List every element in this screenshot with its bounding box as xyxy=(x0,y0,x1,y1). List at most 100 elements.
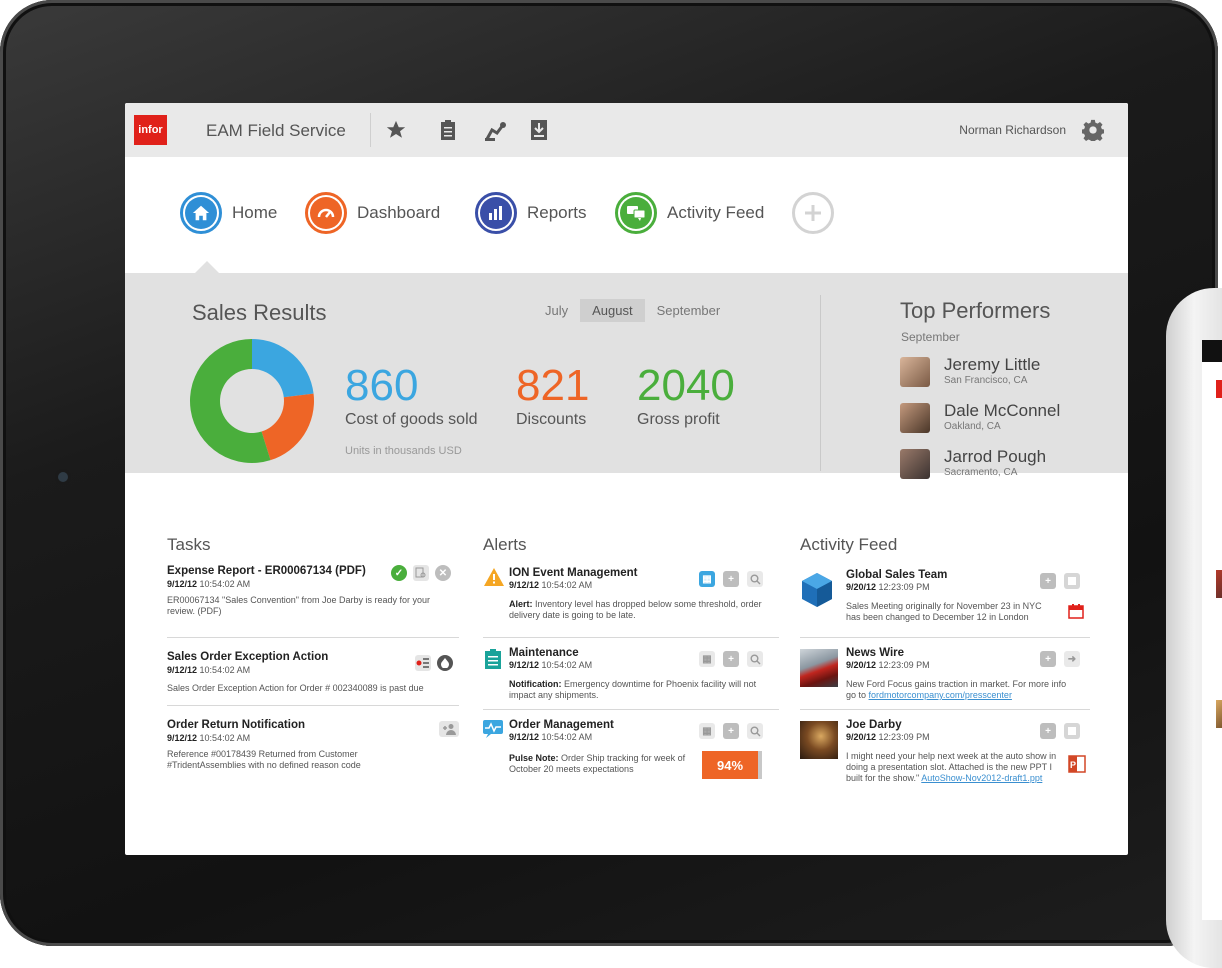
feed-date: 9/20/12 xyxy=(846,732,877,742)
calendar-icon[interactable]: ▦ xyxy=(699,571,715,587)
feed-timestamp: 9/20/12 12:23:09 PM xyxy=(846,660,930,670)
feed-item[interactable]: Global Sales Team 9/20/12 12:23:09 PM Sa… xyxy=(800,569,1095,627)
add-note-icon[interactable]: + xyxy=(723,723,739,739)
task-item[interactable]: Order Return Notification 9/12/12 10:54:… xyxy=(167,719,462,770)
robot-arm-icon[interactable] xyxy=(483,117,509,143)
alert-text: Inventory level has dropped below some t… xyxy=(509,599,762,620)
avatar xyxy=(900,449,930,479)
alert-item[interactable]: ION Event Management 9/12/12 10:54:02 AM… xyxy=(483,567,778,623)
bar-chart-icon xyxy=(480,197,512,229)
search-icon[interactable] xyxy=(747,651,763,667)
phone-status-bar xyxy=(1202,340,1222,362)
clipboard-icon[interactable] xyxy=(435,117,461,143)
alert-date: 9/12/12 xyxy=(509,580,540,590)
save-icon[interactable] xyxy=(1064,573,1080,589)
nav-home[interactable]: Home xyxy=(180,189,277,237)
infor-logo[interactable]: infor xyxy=(134,115,167,145)
task-timestamp: 9/12/12 10:54:02 AM xyxy=(167,665,250,675)
month-september[interactable]: September xyxy=(645,299,733,322)
document-download-icon[interactable] xyxy=(526,117,552,143)
task-description: Sales Order Exception Action for Order #… xyxy=(167,683,424,693)
performer-item[interactable]: Jeremy Little San Francisco, CA xyxy=(900,355,1120,391)
task-description: Reference #00178439 Returned from Custom… xyxy=(167,749,361,770)
home-icon xyxy=(185,197,217,229)
alert-lead: Notification: xyxy=(509,679,562,689)
alert-title: ION Event Management xyxy=(509,567,638,579)
bar-chart-icon-ring xyxy=(475,192,517,234)
cube-icon xyxy=(800,572,834,613)
alert-lead: Pulse Note: xyxy=(509,753,559,763)
units-note: Units in thousands USD xyxy=(345,445,462,457)
nav-reports[interactable]: Reports xyxy=(475,189,587,237)
alert-time: 10:54:02 AM xyxy=(541,732,593,742)
gear-icon[interactable] xyxy=(1081,119,1105,144)
calendar-icon[interactable]: ▦ xyxy=(699,651,715,667)
divider xyxy=(483,709,779,710)
month-selector: July August September xyxy=(533,299,732,322)
star-icon[interactable] xyxy=(383,117,409,143)
task-title: Sales Order Exception Action xyxy=(167,651,329,663)
app-title: EAM Field Service xyxy=(206,121,346,140)
clipboard-check-icon xyxy=(485,649,501,674)
alert-item[interactable]: Maintenance 9/12/12 10:54:02 AM Notifica… xyxy=(483,647,778,703)
user-name[interactable]: Norman Richardson xyxy=(959,123,1066,137)
performer-item[interactable]: Dale McConnel Oakland, CA xyxy=(900,401,1120,437)
reject-icon[interactable]: ✕ xyxy=(435,565,451,581)
month-august[interactable]: August xyxy=(580,299,645,322)
exception-list-icon[interactable] xyxy=(415,655,431,671)
alert-description: Alert: Inventory level has dropped below… xyxy=(509,599,779,621)
add-note-icon[interactable]: + xyxy=(723,571,739,587)
performer-item[interactable]: Jarrod Pough Sacramento, CA xyxy=(900,447,1120,483)
approve-icon[interactable]: ✓ xyxy=(391,565,407,581)
performer-location: Oakland, CA xyxy=(944,421,1001,432)
task-date: 9/12/12 xyxy=(167,579,198,589)
add-note-icon[interactable]: + xyxy=(1040,651,1056,667)
save-icon[interactable] xyxy=(1064,723,1080,739)
task-time: 10:54:02 AM xyxy=(199,665,251,675)
add-user-icon[interactable] xyxy=(439,721,459,737)
performer-name: Jeremy Little xyxy=(944,355,1041,374)
metric-value-cogs: 860 xyxy=(345,361,419,410)
alert-timestamp: 9/12/12 10:54:02 AM xyxy=(509,580,592,590)
feed-item[interactable]: News Wire 9/20/12 12:23:09 PM New Ford F… xyxy=(800,647,1095,705)
task-timestamp: 9/12/12 10:54:02 AM xyxy=(167,579,250,589)
metric-label-cogs: Cost of goods sold xyxy=(345,411,478,428)
person-photo xyxy=(800,721,838,759)
month-july[interactable]: July xyxy=(533,299,580,322)
speedometer-icon-ring xyxy=(305,192,347,234)
task-item[interactable]: Expense Report - ER00067134 (PDF) 9/12/1… xyxy=(167,565,462,625)
search-icon[interactable] xyxy=(747,723,763,739)
plus-icon xyxy=(792,192,834,234)
speedometer-icon xyxy=(310,197,342,229)
phone-screen xyxy=(1202,340,1222,920)
task-time: 10:54:02 AM xyxy=(199,579,251,589)
feed-time: 12:23:09 PM xyxy=(878,660,930,670)
toolbar-divider xyxy=(370,113,371,147)
panel-divider xyxy=(820,295,821,471)
add-note-icon[interactable]: + xyxy=(1040,573,1056,589)
calendar-icon[interactable]: ▦ xyxy=(699,723,715,739)
task-item[interactable]: Sales Order Exception Action 9/12/12 10:… xyxy=(167,651,462,697)
metric-label-gross-profit: Gross profit xyxy=(637,411,720,428)
progress-percent: 94% xyxy=(702,751,758,779)
nav-activity-feed[interactable]: Activity Feed xyxy=(615,189,764,237)
feed-title: Joe Darby xyxy=(846,719,902,731)
feed-item[interactable]: Joe Darby 9/20/12 12:23:09 PM I might ne… xyxy=(800,719,1095,785)
fire-icon[interactable] xyxy=(437,655,453,671)
add-note-icon[interactable]: + xyxy=(723,651,739,667)
nav-dashboard[interactable]: Dashboard xyxy=(305,189,440,237)
calendar-icon[interactable] xyxy=(1068,603,1084,624)
feed-link[interactable]: fordmotorcompany.com/presscenter xyxy=(869,690,1012,700)
add-nav-button[interactable] xyxy=(792,189,834,237)
arrow-right-icon[interactable]: ➜ xyxy=(1064,651,1080,667)
add-note-icon[interactable]: + xyxy=(1040,723,1056,739)
feed-time: 12:23:09 PM xyxy=(878,582,930,592)
powerpoint-file-icon[interactable]: P xyxy=(1068,755,1086,778)
alert-date: 9/12/12 xyxy=(509,660,540,670)
alert-item[interactable]: Order Management 9/12/12 10:54:02 AM Pul… xyxy=(483,719,778,779)
search-icon[interactable] xyxy=(747,571,763,587)
feed-link[interactable]: AutoShow-Nov2012-draft1.ppt xyxy=(921,773,1042,783)
document-search-icon[interactable] xyxy=(413,565,429,581)
alert-title: Maintenance xyxy=(509,647,579,659)
feed-timestamp: 9/20/12 12:23:09 PM xyxy=(846,732,930,742)
